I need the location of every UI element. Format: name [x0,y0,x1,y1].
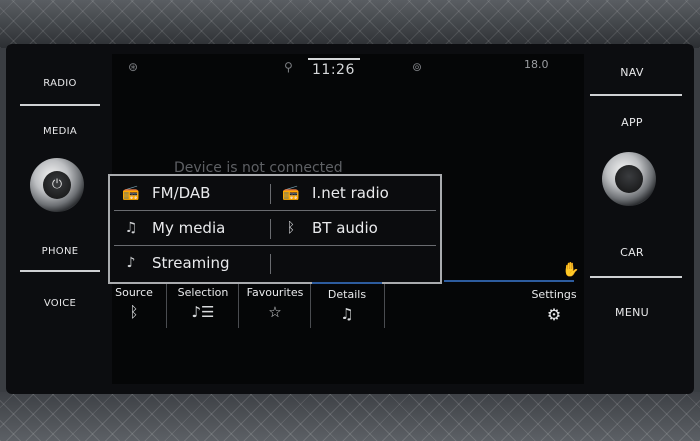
voice-button[interactable]: VOICE [10,298,110,309]
time-underline [308,58,360,60]
top-bezel [0,0,700,48]
proximity-hand-icon: ✋ [562,262,580,278]
bluetooth-icon: ᛒ [286,220,296,236]
bottom-tab-bar: Source ᛒ Selection ♪☰ Favourites ☆ Detai… [112,282,584,330]
source-fm-dab[interactable]: 📻 FM/DAB [118,176,268,210]
star-icon: ☆ [268,303,282,321]
right-divider [590,94,682,96]
car-button[interactable]: CAR [582,246,682,259]
menu-button[interactable]: MENU [582,306,682,319]
tab-favourites[interactable]: Favourites ☆ [240,282,310,328]
clock: 11:26 [312,62,355,78]
outside-temperature: 18.0 [524,58,549,71]
internet-radio-icon: 📻 [282,185,300,201]
user-icon: ⚲ [284,60,293,74]
source-my-media[interactable]: ♫ My media [118,211,268,245]
status-bar: ⊛ ⚲ 11:26 ⊚ 18.0 [112,54,584,82]
status-indicator-icon: ⊛ [128,60,139,74]
streaming-icon: ♪ [126,255,136,271]
tab-details[interactable]: Details ♫ [312,282,382,330]
left-divider [20,270,100,272]
right-hardware-buttons: NAV APP CAR MENU [582,50,690,388]
media-button[interactable]: MEDIA [10,126,110,137]
radio-icon: 📻 [122,185,140,201]
tab-selection[interactable]: Selection ♪☰ [170,282,236,328]
gears-icon: ⚙ [546,305,562,324]
list-icon: ♪☰ [191,303,215,321]
music-note-icon: ♫ [340,305,354,323]
source-internet-radio[interactable]: 📻 I.net radio [278,176,438,210]
source-streaming[interactable]: ♪ Streaming [118,246,268,280]
bottom-bezel [0,392,700,441]
settings-button[interactable]: Settings ⚙ [524,288,584,324]
app-button[interactable]: APP [582,116,682,129]
my-media-icon: ♫ [124,220,138,236]
touchscreen: ⊛ ⚲ 11:26 ⊚ 18.0 Device is not connected… [108,54,584,384]
radio-button[interactable]: RADIO [10,78,110,89]
tuning-knob[interactable] [602,152,656,206]
source-bt-audio[interactable]: ᛒ BT audio [278,211,438,245]
power-icon: ⏻ [51,177,63,192]
volume-knob[interactable]: ⏻ [30,158,84,212]
phone-button[interactable]: PHONE [10,246,110,257]
right-divider [590,276,682,278]
left-hardware-buttons: RADIO MEDIA ⏻ PHONE VOICE [10,50,110,388]
nav-button[interactable]: NAV [582,66,682,79]
tab-source[interactable]: Source ᛒ [112,282,156,328]
bluetooth-icon: ᛒ [129,303,139,321]
connection-icon: ⊚ [412,60,423,74]
left-divider [20,104,100,106]
source-menu-popup: 📻 FM/DAB 📻 I.net radio ♫ My media ᛒ BT a… [108,174,442,284]
